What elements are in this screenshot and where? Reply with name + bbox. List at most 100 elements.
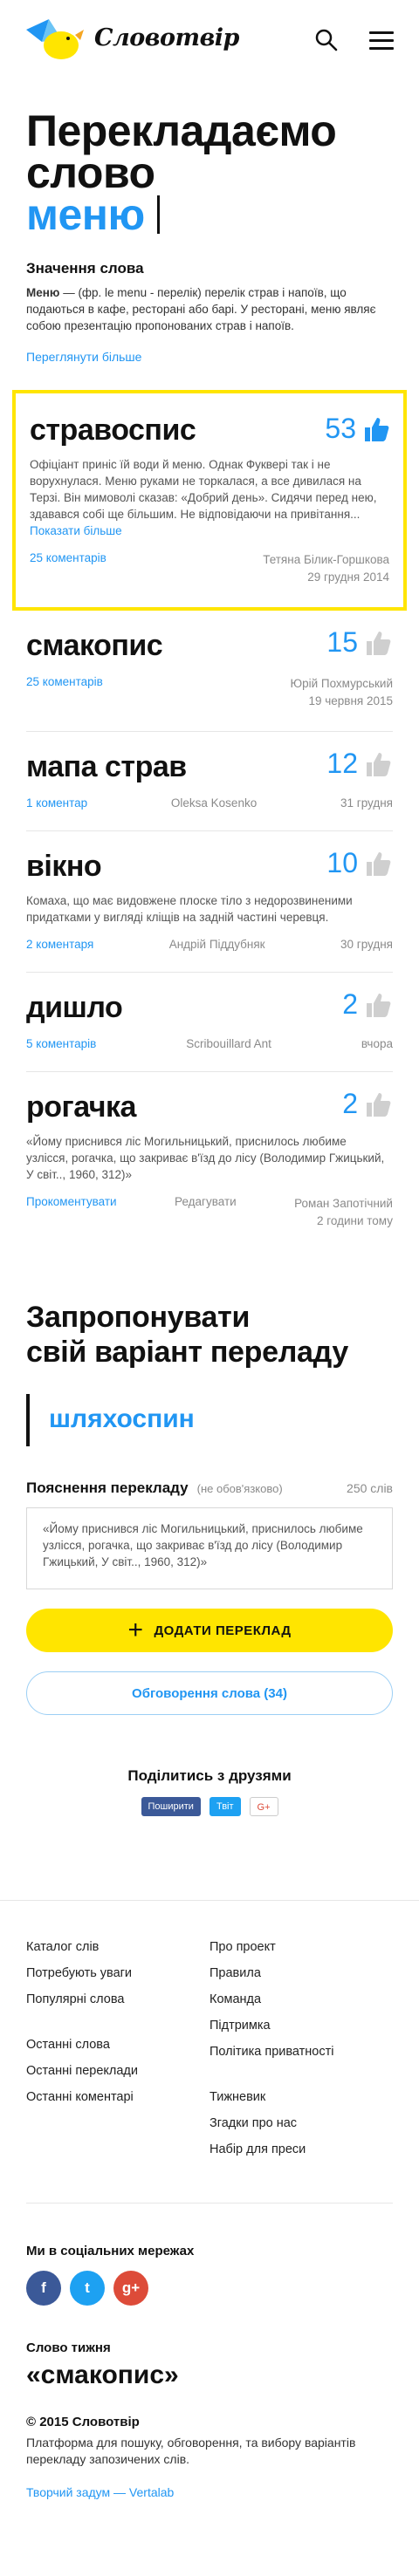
show-more-link[interactable]: Показати більше <box>30 524 122 537</box>
translation-card: дишло 2 5 коментарів Scribouillard Ant в… <box>26 973 393 1072</box>
share-section: Поділитись з друзями Поширити Твіт G+ <box>0 1767 419 1816</box>
bird-logo-icon[interactable] <box>23 12 84 65</box>
search-icon[interactable] <box>314 28 339 52</box>
vote-score: 2 <box>342 1088 393 1120</box>
vote-score: 12 <box>326 748 393 780</box>
week-heading: Слово тижня <box>26 2340 111 2355</box>
footer-link[interactable]: Останні коментарі <box>26 2084 210 2110</box>
meaning-text: Меню — (фр. le menu - перелік) перелік с… <box>26 286 376 332</box>
vote-count: 2 <box>342 1088 358 1119</box>
about-text: Платформа для пошуку, обговорення, та ви… <box>26 2436 356 2466</box>
comments-link[interactable]: 1 коментар <box>26 796 87 810</box>
footer-link[interactable]: Підтримка <box>210 2012 393 2039</box>
suggest-form: Запропонувати свій варіант переладу шляхо… <box>0 1251 419 1715</box>
author-name[interactable]: Тетяна Білик-Горшкова <box>263 551 389 569</box>
add-translation-button[interactable]: + ДОДАТИ ПЕРЕКЛАД <box>26 1609 393 1652</box>
translation-card: рогачка 2 «Йому приснився ліс Могильниць… <box>26 1072 393 1251</box>
footer-link[interactable]: Політика приватності <box>210 2039 393 2065</box>
facebook-icon[interactable]: f <box>26 2271 61 2306</box>
vote-score: 15 <box>326 626 393 659</box>
translation-description: Комаха, що має видовжене плоске тіло з н… <box>26 894 353 924</box>
comment-link[interactable]: Прокоментувати <box>26 1195 117 1208</box>
translations-list: стравоспис 53 Офіціант приніс їй води й … <box>0 390 419 1251</box>
author-name[interactable]: Роман Запотічний <box>294 1195 393 1213</box>
view-more-link[interactable]: Переглянути більше <box>26 350 393 364</box>
page-title: Перекладаємо слово меню <box>0 85 419 236</box>
footer-link[interactable]: Набір для преси <box>210 2136 393 2163</box>
footer-link[interactable]: Команда <box>210 1986 393 2012</box>
footer-link[interactable]: Правила <box>210 1960 393 1986</box>
footer-link[interactable]: Згадки про нас <box>210 2110 393 2136</box>
translation-word[interactable]: рогачка <box>26 1090 393 1124</box>
comments-link[interactable]: 2 коментаря <box>26 938 93 951</box>
comments-link[interactable]: 25 коментарів <box>30 551 106 586</box>
post-date: 2 години тому <box>316 1214 393 1227</box>
thumbs-up-icon[interactable] <box>363 628 393 658</box>
card-meta: 2 коментаря Андрій Піддубняк 30 грудня <box>26 938 393 951</box>
hamburger-menu-icon[interactable] <box>369 31 394 51</box>
logo-text[interactable]: Словотвір <box>94 24 239 51</box>
title-line-1: Перекладаємо <box>26 106 337 155</box>
footer-link[interactable]: Про проект <box>210 1934 393 1960</box>
footer-link[interactable]: Останні слова <box>26 2032 210 2058</box>
copyright-block: © 2015 Словотвір Платформа для пошуку, о… <box>26 2415 393 2499</box>
edit-link[interactable]: Редагувати <box>175 1195 237 1208</box>
week-word[interactable]: «смакопис» <box>26 2361 393 2390</box>
title-word: меню <box>26 190 145 239</box>
vote-count: 53 <box>325 413 356 444</box>
googleplus-share-button[interactable]: G+ <box>249 1797 278 1816</box>
post-date: 30 грудня <box>340 938 393 951</box>
translation-description: «Йому приснився ліс Могильницький, присн… <box>26 1135 385 1181</box>
comments-link[interactable]: 25 коментарів <box>26 675 103 710</box>
footer-link[interactable]: Останні переклади <box>26 2058 210 2084</box>
word-meaning: Значення слова Меню — (фр. le menu - пер… <box>0 236 419 364</box>
vote-score: 53 <box>325 413 391 445</box>
credit-link[interactable]: Творчий задум — Vertalab <box>26 2485 393 2499</box>
card-meta: 1 коментар Oleksa Kosenko 31 грудня <box>26 796 393 810</box>
thumbs-up-icon[interactable] <box>363 990 393 1020</box>
author-name[interactable]: Oleksa Kosenko <box>171 796 257 810</box>
translation-card: мапа страв 12 1 коментар Oleksa Kosenko … <box>26 732 393 831</box>
footer-link[interactable]: Потребують уваги <box>26 1960 210 1986</box>
site-footer: Каталог слів Потребують уваги Популярні … <box>0 1900 419 2499</box>
thumbs-up-icon[interactable] <box>363 749 393 779</box>
vote-count: 2 <box>342 988 358 1020</box>
thumbs-up-icon[interactable] <box>363 1090 393 1119</box>
footer-right-links: Про проект Правила Команда Підтримка Пол… <box>210 1934 393 2163</box>
explanation-label: Пояснення перекладу <box>26 1479 189 1496</box>
word-of-week: Слово тижня «смакопис» <box>26 2340 393 2390</box>
footer-link[interactable]: Каталог слів <box>26 1934 210 1960</box>
discussion-button[interactable]: Обговорення слова (34) <box>26 1671 393 1715</box>
twitter-icon[interactable]: t <box>70 2271 105 2306</box>
suggest-heading: Запропонувати свій варіант переладу <box>26 1301 348 1369</box>
author-name[interactable]: Scribouillard Ant <box>186 1037 271 1050</box>
post-date: 31 грудня <box>340 796 393 810</box>
meaning-heading: Значення слова <box>26 260 144 277</box>
author-name[interactable]: Юрій Похмурський <box>290 675 393 693</box>
footer-link[interactable]: Тижневик <box>210 2084 393 2110</box>
explanation-header: Пояснення перекладу (не обов'язково) 250… <box>26 1479 393 1497</box>
thumbs-up-icon[interactable] <box>363 849 393 878</box>
post-date: 29 грудня 2014 <box>307 571 389 584</box>
social-section: Ми в соціальних мережах f t g+ <box>26 2203 393 2306</box>
explanation-textarea[interactable]: «Йому приснився ліс Могильницький, присн… <box>26 1507 393 1589</box>
googleplus-icon[interactable]: g+ <box>113 2271 148 2306</box>
plus-icon: + <box>127 1616 144 1644</box>
translation-card: вікно 10 Комаха, що має видовжене плоске… <box>26 831 393 973</box>
card-meta: 5 коментарів Scribouillard Ant вчора <box>26 1037 393 1050</box>
translation-input[interactable]: шляхоспин <box>26 1394 393 1446</box>
author-name[interactable]: Андрій Піддубняк <box>169 938 265 951</box>
optional-note: (не обов'язково) <box>196 1482 283 1495</box>
vote-count: 12 <box>326 748 358 779</box>
twitter-share-button[interactable]: Твіт <box>209 1797 241 1816</box>
comments-link[interactable]: 5 коментарів <box>26 1037 96 1050</box>
thumbs-up-icon[interactable] <box>361 414 391 444</box>
post-date: вчора <box>361 1037 393 1050</box>
translation-word[interactable]: дишло <box>26 990 393 1025</box>
facebook-share-button[interactable]: Поширити <box>141 1797 201 1816</box>
footer-link[interactable]: Популярні слова <box>26 1986 210 2012</box>
card-meta: 25 коментарів Тетяна Білик-Горшкова 29 гр… <box>30 551 389 586</box>
vote-count: 10 <box>326 847 358 878</box>
post-date: 19 червня 2015 <box>308 694 393 707</box>
vote-score: 10 <box>326 847 393 879</box>
